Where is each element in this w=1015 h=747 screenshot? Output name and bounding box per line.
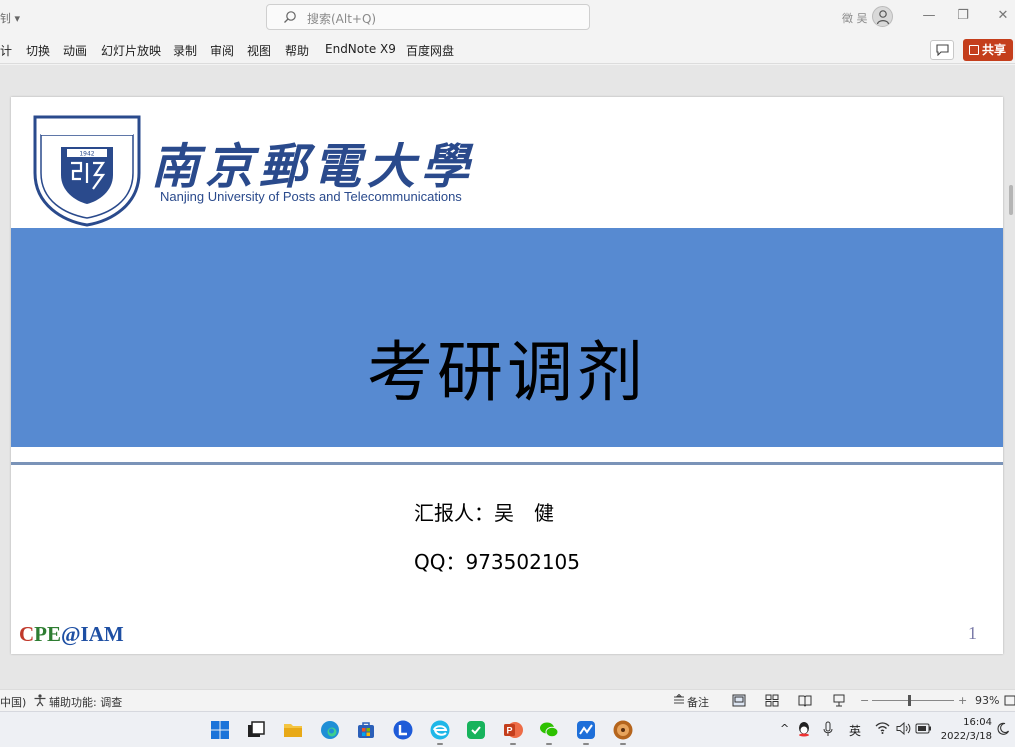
notes-icon xyxy=(674,694,684,704)
lark-app-icon[interactable] xyxy=(392,719,414,741)
tab-help[interactable]: 帮助 xyxy=(285,42,309,59)
fit-to-window-icon[interactable] xyxy=(1003,694,1015,707)
running-indicator xyxy=(620,743,626,745)
zoom-in-button[interactable]: + xyxy=(958,694,967,707)
comments-button[interactable] xyxy=(930,40,954,60)
share-button[interactable]: 共享 xyxy=(963,39,1013,61)
file-explorer-icon[interactable] xyxy=(282,719,304,741)
tray-expand-icon[interactable]: ^ xyxy=(780,722,789,735)
slideshow-icon[interactable] xyxy=(832,694,846,707)
language-status[interactable]: 中国) xyxy=(0,694,26,710)
tab-view[interactable]: 视图 xyxy=(247,42,271,59)
notes-button[interactable]: 备注 xyxy=(687,694,709,710)
share-icon xyxy=(969,45,979,55)
restore-button[interactable]: ❐ xyxy=(952,6,974,26)
running-indicator xyxy=(583,743,589,745)
tab-endnote[interactable]: EndNote X9 xyxy=(325,42,396,56)
slide-title[interactable]: 考研调剂 xyxy=(11,319,1003,415)
windows-start-icon[interactable] xyxy=(209,719,231,741)
avatar[interactable] xyxy=(872,6,893,27)
battery-icon[interactable] xyxy=(915,723,932,734)
university-name-en: Nanjing University of Posts and Telecomm… xyxy=(160,189,462,204)
wifi-icon[interactable] xyxy=(875,722,890,735)
system-clock[interactable]: 16:04 2022/3/18 xyxy=(936,716,992,744)
university-seal-logo: 1942 xyxy=(33,115,141,227)
zoom-slider[interactable] xyxy=(872,700,954,701)
running-indicator xyxy=(546,743,552,745)
scrollbar-thumb[interactable] xyxy=(1009,185,1013,215)
slide-canvas[interactable]: 1942 南京郵電大學 Nanjing University of Posts … xyxy=(11,97,1003,654)
ime-indicator[interactable]: 英 xyxy=(849,722,861,739)
running-indicator xyxy=(510,743,516,745)
accessibility-icon xyxy=(34,694,46,707)
tab-baidu-netdisk[interactable]: 百度网盘 xyxy=(406,42,454,59)
browser-app-icon[interactable] xyxy=(429,719,451,741)
qq-tray-icon[interactable] xyxy=(797,721,811,737)
powerpoint-icon[interactable]: P xyxy=(502,719,524,741)
normal-view-icon[interactable] xyxy=(732,694,746,707)
tab-slideshow[interactable]: 幻灯片放映 xyxy=(101,42,161,59)
reading-view-icon[interactable] xyxy=(798,694,812,707)
user-name[interactable]: 徵 吴 xyxy=(842,10,868,26)
search-placeholder: 搜索(Alt+Q) xyxy=(307,12,377,26)
tab-design[interactable]: 计 xyxy=(0,42,12,59)
user-icon xyxy=(876,10,890,25)
windows-taskbar: P ^ 英 16:04 2022/3/18 xyxy=(0,711,1015,747)
clock-date: 2022/3/18 xyxy=(940,731,992,742)
clock-time: 16:04 xyxy=(963,717,992,728)
microphone-icon[interactable] xyxy=(822,721,834,737)
university-name-cn: 南京郵電大學 xyxy=(151,139,476,195)
ribbon-tabs: 计 切换 动画 幻灯片放映 录制 审阅 视图 帮助 EndNote X9 百度网… xyxy=(0,34,1015,64)
title-bar: 钊 ▾ 搜索(Alt+Q) 徵 吴 — ❐ ✕ xyxy=(0,0,1015,34)
search-box[interactable]: 搜索(Alt+Q) xyxy=(266,4,590,30)
slide-workspace[interactable]: 1942 南京郵電大學 Nanjing University of Posts … xyxy=(0,65,1015,689)
vertical-scrollbar[interactable] xyxy=(1007,65,1015,689)
accessibility-status[interactable]: 辅助功能: 调查 xyxy=(49,694,122,710)
close-button[interactable]: ✕ xyxy=(992,6,1014,26)
minimize-button[interactable]: — xyxy=(918,6,940,26)
wechat-icon[interactable] xyxy=(538,719,560,741)
notification-moon-icon[interactable] xyxy=(996,722,1010,736)
title-fragment: 钊 ▾ xyxy=(0,12,21,25)
slide-page-number: 1 xyxy=(968,623,977,643)
tab-transitions[interactable]: 切换 xyxy=(26,42,50,59)
microsoft-store-icon[interactable] xyxy=(355,719,377,741)
notes-app-icon[interactable] xyxy=(465,719,487,741)
cpe-iam-logo: CPE@IAM xyxy=(19,622,124,646)
divider-line xyxy=(11,462,1003,465)
media-app-icon[interactable] xyxy=(612,719,634,741)
volume-icon[interactable] xyxy=(896,722,911,735)
reporter-text[interactable]: 汇报人：吴 健 xyxy=(414,497,554,526)
zoom-slider-thumb[interactable] xyxy=(908,695,911,706)
tab-record[interactable]: 录制 xyxy=(173,42,197,59)
running-indicator xyxy=(437,743,443,745)
zoom-out-button[interactable]: − xyxy=(860,694,869,707)
zoom-level[interactable]: 93% xyxy=(975,694,999,707)
share-label: 共享 xyxy=(982,43,1007,57)
tab-review[interactable]: 审阅 xyxy=(210,42,234,59)
slide-sorter-icon[interactable] xyxy=(765,694,779,707)
svg-text:1942: 1942 xyxy=(79,151,94,158)
comment-icon xyxy=(936,44,949,56)
edge-browser-icon[interactable] xyxy=(319,719,341,741)
qq-text[interactable]: QQ：973502105 xyxy=(414,546,580,575)
status-bar: 中国) 辅助功能: 调查 备注 − + 93% xyxy=(0,689,1015,711)
search-icon xyxy=(284,11,296,23)
task-view-icon[interactable] xyxy=(245,719,267,741)
tab-animations[interactable]: 动画 xyxy=(63,42,87,59)
whiteboard-app-icon[interactable] xyxy=(575,719,597,741)
svg-text:P: P xyxy=(506,726,512,736)
